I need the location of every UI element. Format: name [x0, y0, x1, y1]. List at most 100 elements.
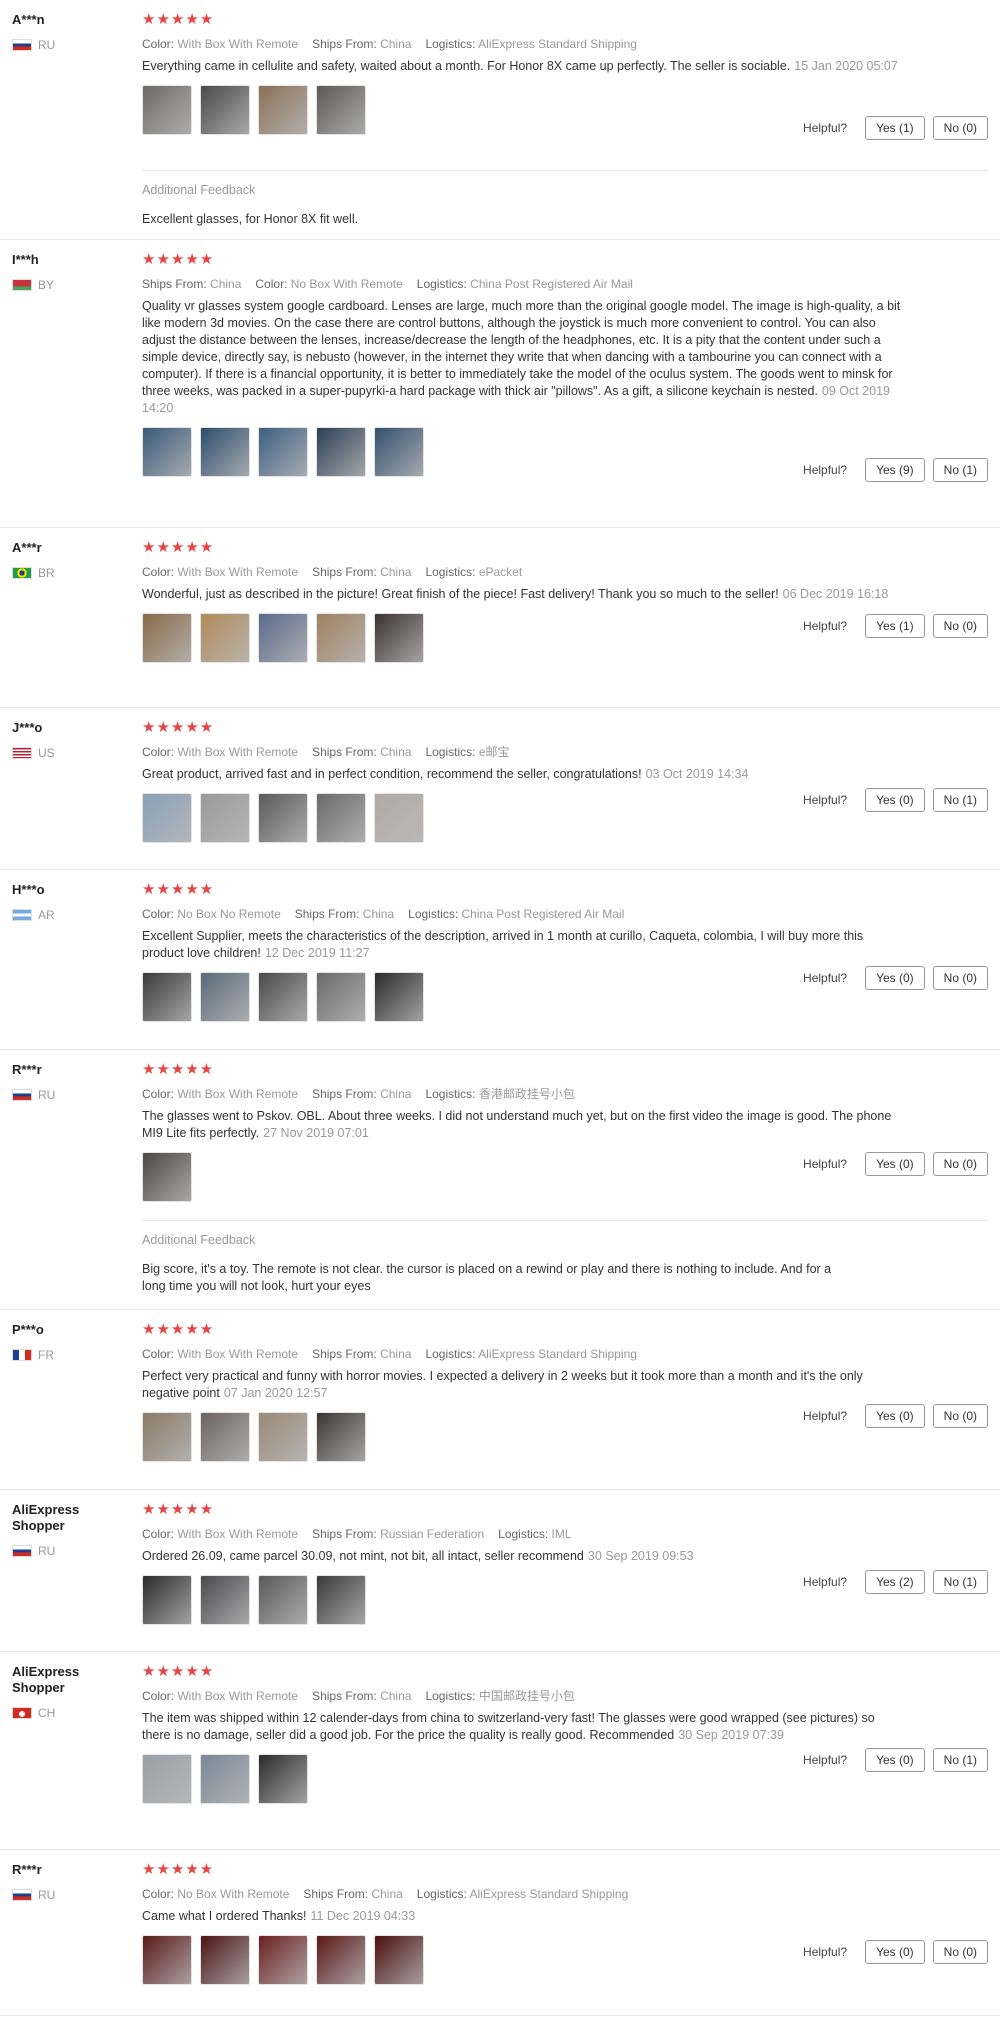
helpful-yes-button[interactable]: Yes (0)	[865, 788, 925, 812]
review-photo-thumbnail[interactable]	[142, 1412, 192, 1462]
order-info-value: China	[210, 277, 242, 291]
order-info-item: Logistics: 香港邮政挂号小包	[425, 1087, 574, 1101]
review-photo-thumbnail[interactable]	[142, 972, 192, 1022]
helpful-no-button[interactable]: No (0)	[932, 1940, 988, 1964]
helpful-yes-button[interactable]: Yes (0)	[865, 966, 925, 990]
order-info-value: China	[380, 37, 412, 51]
order-info-label: Logistics:	[425, 565, 476, 579]
review-content: ★★★★★ Color: With Box With Remote Ships Fr…	[142, 1664, 988, 1804]
helpful-no-button[interactable]: No (0)	[932, 116, 988, 140]
order-info-item: Ships From: China	[142, 277, 241, 291]
review-item: I***h BY ★★★★★ Ships From: China Color: No B…	[0, 240, 1000, 528]
order-info-value: Russian Federation	[380, 1527, 485, 1541]
order-info-label: Color:	[142, 37, 175, 51]
review-photo-thumbnail[interactable]	[258, 793, 308, 843]
helpful-no-button[interactable]: No (1)	[932, 458, 988, 482]
review-date: 11 Dec 2019 04:33	[310, 1909, 416, 1923]
helpful-yes-button[interactable]: Yes (1)	[865, 116, 925, 140]
helpful-no-button[interactable]: No (0)	[932, 1152, 988, 1176]
reviewer-country: BY	[12, 278, 132, 292]
helpful-no-button[interactable]: No (1)	[932, 788, 988, 812]
review-photo-thumbnail[interactable]	[258, 1754, 308, 1804]
review-photo-thumbnail[interactable]	[316, 1935, 366, 1985]
order-info-label: Ships From:	[312, 1527, 377, 1541]
review-photo-thumbnail[interactable]	[200, 793, 250, 843]
order-info: Color: With Box With Remote Ships From: R…	[142, 1526, 988, 1542]
order-info-label: Ships From:	[312, 37, 377, 51]
review-photo-thumbnail[interactable]	[142, 1754, 192, 1804]
order-info-label: Logistics:	[425, 37, 476, 51]
helpful-no-button[interactable]: No (1)	[932, 1748, 988, 1772]
review-photo-thumbnail[interactable]	[258, 1575, 308, 1625]
review-text: Came what I ordered Thanks! 11 Dec 2019 0…	[142, 1908, 902, 1925]
helpful-label: Helpful?	[803, 1409, 848, 1423]
helpful-yes-button[interactable]: Yes (9)	[865, 458, 925, 482]
order-info-label: Color:	[142, 745, 175, 759]
review-photo-thumbnail[interactable]	[374, 613, 424, 663]
review-photo-thumbnail[interactable]	[374, 427, 424, 477]
country-code: RU	[38, 38, 56, 52]
review-photo-thumbnail[interactable]	[316, 427, 366, 477]
review-photo-thumbnail[interactable]	[258, 1412, 308, 1462]
review-photo-thumbnail[interactable]	[200, 613, 250, 663]
helpful-yes-button[interactable]: Yes (0)	[865, 1152, 925, 1176]
review-text: Excellent Supplier, meets the characteri…	[142, 928, 902, 962]
review-photo-thumbnail[interactable]	[258, 85, 308, 135]
flag-icon	[12, 747, 32, 759]
review-photo-thumbnail[interactable]	[200, 1935, 250, 1985]
review-photo-thumbnail[interactable]	[258, 613, 308, 663]
review-photo-thumbnail[interactable]	[142, 1935, 192, 1985]
review-photo-thumbnail[interactable]	[316, 972, 366, 1022]
review-photo-thumbnail[interactable]	[374, 1935, 424, 1985]
review-photo-thumbnail[interactable]	[142, 793, 192, 843]
review-body: Ordered 26.09, came parcel 30.09, not mi…	[142, 1549, 584, 1563]
review-text: Everything came in cellulite and safety,…	[142, 58, 902, 75]
review-photo-thumbnail[interactable]	[142, 85, 192, 135]
review-photo-thumbnail[interactable]	[142, 1575, 192, 1625]
review-photo-thumbnail[interactable]	[316, 85, 366, 135]
flag-icon	[12, 279, 32, 291]
order-info-label: Color:	[142, 1347, 175, 1361]
review-photo-thumbnail[interactable]	[258, 1935, 308, 1985]
helpful-yes-button[interactable]: Yes (0)	[865, 1748, 925, 1772]
review-photo-thumbnail[interactable]	[316, 1412, 366, 1462]
order-info-item: Color: No Box With Remote	[142, 1887, 289, 1901]
review-photo-thumbnail[interactable]	[258, 427, 308, 477]
helpful-no-button[interactable]: No (0)	[932, 966, 988, 990]
additional-feedback: Additional Feedback Excellent glasses, fo…	[142, 170, 988, 228]
review-photo-thumbnail[interactable]	[142, 1152, 192, 1202]
review-photo-thumbnail[interactable]	[200, 972, 250, 1022]
helpful-vote: Helpful? Yes (1) No (0)	[803, 116, 988, 140]
order-info-label: Logistics:	[416, 1887, 467, 1901]
review-text: Ordered 26.09, came parcel 30.09, not mi…	[142, 1548, 902, 1565]
review-photo-thumbnail[interactable]	[142, 613, 192, 663]
review-photo-thumbnail[interactable]	[374, 972, 424, 1022]
review-photo-thumbnail[interactable]	[258, 972, 308, 1022]
review-photo-thumbnail[interactable]	[200, 1754, 250, 1804]
order-info: Color: With Box With Remote Ships From: C…	[142, 1086, 988, 1102]
review-photo-thumbnail[interactable]	[316, 1575, 366, 1625]
order-info-label: Logistics:	[498, 1527, 549, 1541]
order-info-label: Ships From:	[312, 1087, 377, 1101]
review-item: P***o FR ★★★★★ Color: With Box With Remote S…	[0, 1310, 1000, 1490]
review-photo-thumbnail[interactable]	[200, 85, 250, 135]
helpful-no-button[interactable]: No (0)	[932, 1404, 988, 1428]
order-info-item: Ships From: China	[312, 1347, 411, 1361]
review-photo-thumbnail[interactable]	[316, 613, 366, 663]
review-photo-thumbnail[interactable]	[200, 1575, 250, 1625]
helpful-yes-button[interactable]: Yes (2)	[865, 1570, 925, 1594]
order-info-label: Ships From:	[312, 1689, 377, 1703]
helpful-no-button[interactable]: No (1)	[932, 1570, 988, 1594]
review-photo-thumbnail[interactable]	[200, 427, 250, 477]
helpful-yes-button[interactable]: Yes (1)	[865, 614, 925, 638]
helpful-vote: Helpful? Yes (0) No (1)	[803, 1748, 988, 1772]
reviewer-country: AR	[12, 908, 132, 922]
reviewer-name: AliExpress Shopper	[12, 1502, 80, 1533]
review-photo-thumbnail[interactable]	[200, 1412, 250, 1462]
review-photo-thumbnail[interactable]	[374, 793, 424, 843]
helpful-no-button[interactable]: No (0)	[932, 614, 988, 638]
helpful-yes-button[interactable]: Yes (0)	[865, 1404, 925, 1428]
helpful-yes-button[interactable]: Yes (0)	[865, 1940, 925, 1964]
review-photo-thumbnail[interactable]	[142, 427, 192, 477]
review-photo-thumbnail[interactable]	[316, 793, 366, 843]
